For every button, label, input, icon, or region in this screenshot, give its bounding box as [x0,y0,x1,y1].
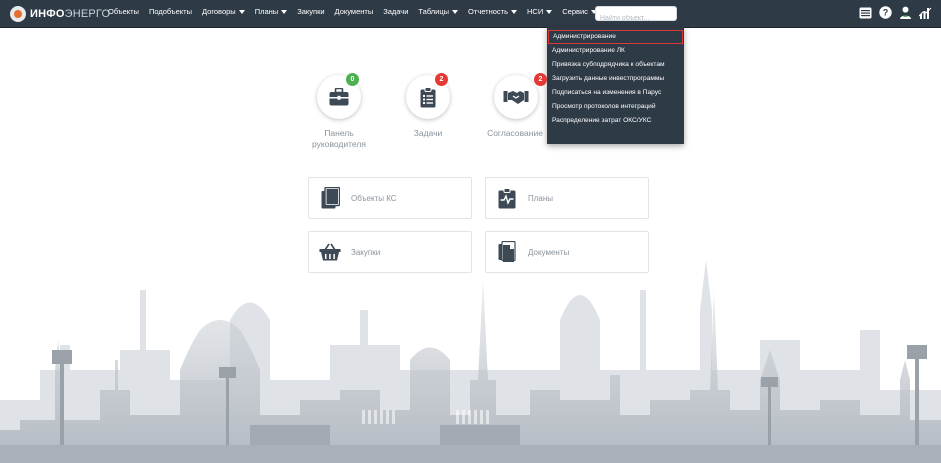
caret-down-icon [281,9,288,14]
menu-item-cost-distribution[interactable]: Распределение затрат ОКС/УКС [547,114,684,128]
caret-down-icon [546,9,553,14]
caret-down-icon [452,9,459,14]
main-nav: Объекты Подобъекты Договоры Планы Закупк… [108,7,607,16]
brand-bold: ИНФО [30,8,65,20]
menu-item-bind-subcontractor[interactable]: Привязка субподрядчика к объектам [547,58,684,72]
logo-icon [10,6,26,22]
user-icon[interactable] [898,5,913,20]
clipboard-list-icon [420,86,436,107]
header-actions: ? [858,5,933,20]
nav-item-documents[interactable]: Документы [335,7,374,16]
table-icon[interactable] [858,5,873,20]
card-plans[interactable]: Планы [485,177,649,219]
help-icon[interactable]: ? [878,5,893,20]
menu-item-administration-lk[interactable]: Администрирование ЛК [547,44,684,58]
card-label: Объекты КС [351,193,397,203]
card-purchases[interactable]: Закупки [308,231,472,273]
card-label: Документы [528,247,570,257]
service-dropdown-menu: Администрирование Администрирование ЛК П… [547,27,684,144]
nav-item-objects[interactable]: Объекты [108,7,139,16]
briefcase-icon [329,88,349,106]
card-objects-ks[interactable]: Объекты КС [308,177,472,219]
chart-icon[interactable] [918,5,933,20]
dashboard-badge: 0 [346,73,359,86]
tasks-tile[interactable]: 2 [406,73,450,119]
card-documents[interactable]: Документы [485,231,649,273]
tasks-badge: 2 [435,73,448,86]
approval-tile[interactable]: 2 [494,73,547,119]
object-search [595,6,680,25]
handshake-icon [503,91,529,104]
nav-item-tables[interactable]: Таблицы [418,7,459,16]
clipboard-icon [319,187,341,209]
basket-icon [319,241,341,263]
search-input[interactable] [596,12,680,25]
nav-item-tasks[interactable]: Задачи [383,7,408,16]
tasks-tile-label: Задачи [413,128,443,138]
approval-tile-label: Согласование [487,128,543,138]
app-logo[interactable]: ИНФОЭНЕРГО [10,5,110,23]
dashboard-tile[interactable]: 0 [317,73,361,119]
nav-item-subobjects[interactable]: Подобъекты [149,7,192,16]
dashboard-tile-label: Панель руководителя [312,128,366,149]
approval-badge: 2 [534,73,547,86]
brand-name: ИНФОЭНЕРГО [30,8,110,20]
svg-text:?: ? [883,8,889,18]
city-skyline-illustration [0,260,941,463]
card-label: Планы [528,193,554,203]
menu-item-subscribe-parus[interactable]: Подписаться на изменения в Парус [547,86,684,100]
nav-item-reports[interactable]: Отчетность [468,7,517,16]
menu-item-load-investprogram[interactable]: Загрузить данные инвестпрограммы [547,72,684,86]
menu-item-integration-logs[interactable]: Просмотр протоколов интеграций [547,100,684,114]
pulse-clipboard-icon [496,187,518,209]
menu-item-administration[interactable]: Администрирование [548,30,683,44]
caret-down-icon [511,9,517,14]
nav-item-nsi[interactable]: НСИ [527,7,553,16]
nav-item-contracts[interactable]: Договоры [202,7,245,16]
top-navbar: ИНФОЭНЕРГО Объекты Подобъекты Договоры П… [0,0,941,28]
nav-item-service[interactable]: Сервис [562,7,597,16]
nav-item-purchases[interactable]: Закупки [297,7,324,16]
brand-light: ЭНЕРГО [64,8,111,20]
nav-item-plans[interactable]: Планы [255,7,288,16]
card-label: Закупки [351,247,381,257]
caret-down-icon [238,9,245,14]
documents-icon [496,241,518,263]
